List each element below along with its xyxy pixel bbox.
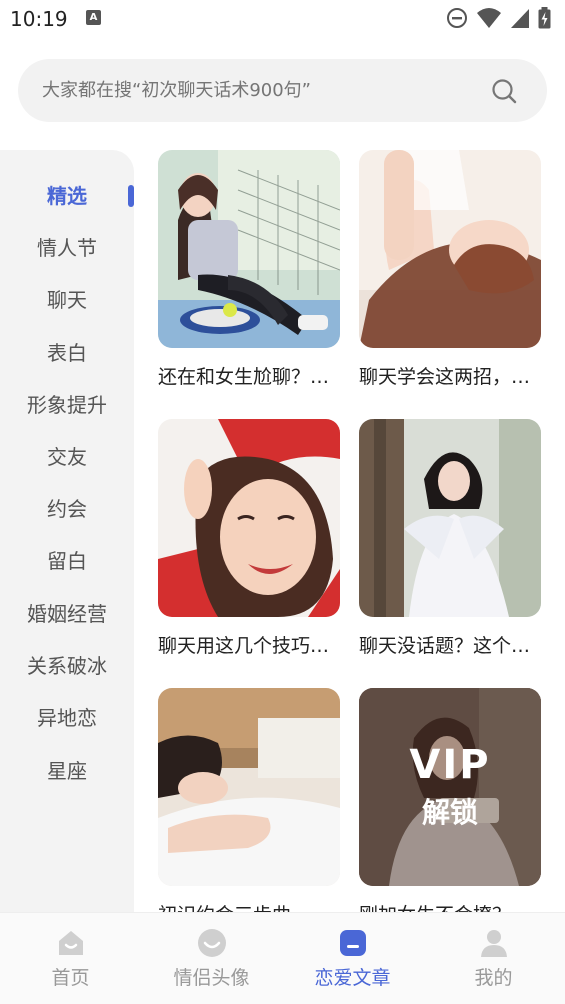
wifi-icon — [477, 8, 501, 28]
article-photo — [359, 419, 541, 617]
sidebar-item-icebreaker[interactable]: 关系破冰 — [0, 646, 134, 686]
search-icon[interactable] — [491, 78, 517, 104]
profile-icon — [480, 930, 507, 957]
sidebar-item-confession[interactable]: 表白 — [0, 333, 134, 373]
article-title: 刚加女生不会撩？ — [359, 900, 541, 912]
sidebar-item-dating[interactable]: 约会 — [0, 489, 134, 529]
nav-label: 首页 — [51, 967, 90, 989]
vip-badge: VIP — [409, 742, 491, 788]
nav-home[interactable]: 首页 — [0, 913, 141, 1004]
article-card-vip[interactable]: VIP 解锁 刚加女生不会撩？ — [359, 688, 541, 912]
active-indicator — [128, 185, 134, 207]
sidebar-item-valentines[interactable]: 情人节 — [0, 228, 134, 268]
sidebar-item-horoscope[interactable]: 星座 — [0, 751, 134, 791]
article-grid: 还在和女生尬聊？不如试试这些 聊天学会这两招，轻松撩到女生 — [158, 150, 542, 912]
article-title: 聊天没话题？这个方法帮你 — [359, 635, 541, 657]
status-time: 10:19 — [10, 7, 68, 31]
smile-icon — [197, 929, 226, 957]
nav-label: 我的 — [474, 967, 513, 989]
article-card[interactable]: 初识约会三步曲 — [158, 688, 340, 912]
vip-unlock-label: 解锁 — [421, 796, 478, 829]
vip-overlay: VIP 解锁 — [359, 688, 541, 886]
article-card[interactable]: 还在和女生尬聊？不如试试这些 — [158, 150, 340, 389]
battery-icon — [538, 7, 551, 29]
article-photo: VIP 解锁 — [359, 688, 541, 886]
article-title: 聊天用这几个技巧，女生主动找你 — [158, 635, 340, 657]
sidebar-item-featured[interactable]: 精选 — [0, 176, 134, 216]
nav-profile[interactable]: 我的 — [423, 913, 564, 1004]
category-sidebar: 精选 情人节 聊天 表白 形象提升 交友 约会 留白 婚姻经营 关系破冰 异地恋… — [0, 150, 134, 920]
nav-label: 恋爱文章 — [314, 967, 391, 989]
sidebar-item-marriage[interactable]: 婚姻经营 — [0, 594, 134, 634]
article-photo — [359, 150, 541, 348]
nav-label: 情侣头像 — [173, 967, 250, 989]
sidebar-item-image-boost[interactable]: 形象提升 — [0, 385, 134, 425]
status-icons — [446, 7, 551, 29]
bottom-navigation: 首页 情侣头像 恋爱文章 我的 — [0, 912, 565, 1004]
signal-icon — [511, 9, 529, 28]
sidebar-item-making-friends[interactable]: 交友 — [0, 437, 134, 477]
nav-love-articles[interactable]: 恋爱文章 — [282, 913, 423, 1004]
sidebar-item-chat[interactable]: 聊天 — [0, 280, 134, 320]
sidebar-item-white-space[interactable]: 留白 — [0, 541, 134, 581]
article-card[interactable]: 聊天学会这两招，轻松撩到女生 — [359, 150, 541, 389]
search-bar[interactable] — [18, 59, 547, 122]
article-title: 还在和女生尬聊？不如试试这些 — [158, 366, 340, 388]
article-card[interactable]: 聊天用这几个技巧，女生主动找你 — [158, 419, 340, 658]
status-bar: 10:19 A — [0, 0, 565, 38]
nav-couple-avatars[interactable]: 情侣头像 — [141, 913, 282, 1004]
article-title: 初识约会三步曲 — [158, 900, 340, 912]
home-icon — [58, 931, 83, 955]
article-title: 聊天学会这两招，轻松撩到女生 — [359, 366, 541, 388]
sidebar-item-long-distance[interactable]: 异地恋 — [0, 698, 134, 738]
article-photo — [158, 419, 340, 617]
article-photo — [158, 150, 340, 348]
article-photo — [158, 688, 340, 886]
article-card[interactable]: 聊天没话题？这个方法帮你 — [359, 419, 541, 658]
a-badge-icon: A — [86, 10, 101, 25]
search-input[interactable] — [42, 59, 482, 122]
dnd-icon — [447, 8, 467, 28]
article-icon — [339, 930, 366, 956]
